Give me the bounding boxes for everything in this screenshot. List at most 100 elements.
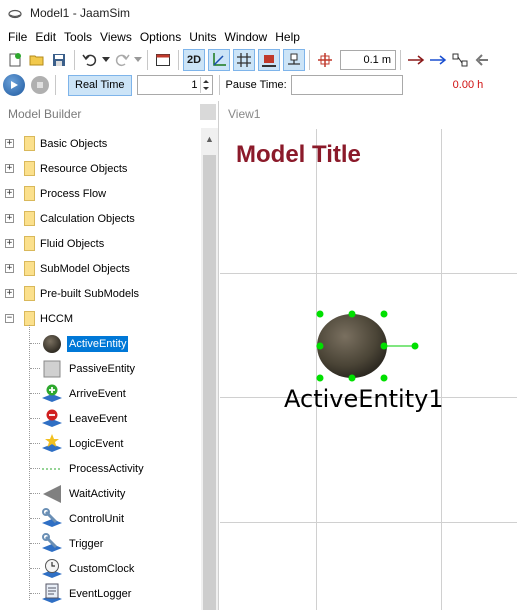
toolbar-separator bbox=[218, 75, 220, 95]
redo-icon bbox=[115, 54, 130, 67]
collapse-icon[interactable]: − bbox=[5, 314, 14, 323]
tree-guide-line bbox=[30, 343, 40, 344]
palette-category[interactable]: + Resource Objects bbox=[0, 156, 200, 181]
tree-guide-line bbox=[30, 593, 40, 594]
category-label: Resource Objects bbox=[40, 162, 128, 175]
palette-item[interactable]: PassiveEntity bbox=[0, 356, 200, 381]
run-toolbar: Real Time 1 Pause Time: 0.00 h bbox=[0, 73, 517, 97]
open-file-button[interactable] bbox=[26, 49, 48, 71]
pause-time-label: Pause Time: bbox=[225, 79, 287, 91]
window-icon bbox=[156, 54, 170, 66]
folder-open-icon bbox=[29, 55, 44, 66]
palette-item[interactable]: ControlUnit bbox=[0, 506, 200, 531]
sim-clock: 0.00 h bbox=[452, 79, 484, 91]
menu-file[interactable]: File bbox=[4, 30, 31, 44]
palette-category[interactable]: + Process Flow bbox=[0, 181, 200, 206]
run-button[interactable] bbox=[3, 74, 25, 96]
palette-item[interactable]: EventLogger bbox=[0, 581, 200, 606]
menu-window[interactable]: Window bbox=[221, 30, 272, 44]
toolbar-separator bbox=[178, 50, 179, 70]
palette-category[interactable]: − HCCM bbox=[0, 306, 200, 331]
menu-bar: File Edit Tools Views Options Units Wind… bbox=[0, 26, 517, 47]
expand-icon[interactable]: + bbox=[5, 164, 14, 173]
palette-item-label: ProcessActivity bbox=[69, 462, 144, 475]
category-label: Pre-built SubModels bbox=[40, 287, 140, 300]
model-builder-title: Model Builder bbox=[8, 107, 82, 121]
palette-item[interactable]: ArriveEvent bbox=[0, 381, 200, 406]
palette-item-label: ActiveEntity bbox=[67, 335, 129, 352]
expand-icon[interactable]: + bbox=[5, 289, 14, 298]
pause-time-input[interactable] bbox=[290, 75, 403, 95]
menu-edit[interactable]: Edit bbox=[31, 30, 60, 44]
view-window[interactable]: View1 Model Title ActiveEntity1 bbox=[220, 101, 517, 610]
palette-item-label: ArriveEvent bbox=[69, 387, 126, 400]
dashed-line-icon bbox=[41, 458, 63, 480]
label-icon bbox=[262, 55, 276, 67]
redo-button[interactable] bbox=[111, 49, 133, 71]
expand-icon[interactable]: + bbox=[5, 239, 14, 248]
back-button[interactable] bbox=[471, 49, 493, 71]
axes-icon bbox=[213, 53, 226, 66]
menu-units[interactable]: Units bbox=[185, 30, 220, 44]
grid-line bbox=[220, 522, 517, 523]
redo-dropdown[interactable] bbox=[133, 49, 143, 71]
palette-item[interactable]: WaitActivity bbox=[0, 481, 200, 506]
expand-icon[interactable]: + bbox=[5, 139, 14, 148]
palette-item[interactable]: ProcessActivity bbox=[0, 456, 200, 481]
snap-to-grid-button[interactable] bbox=[314, 49, 336, 71]
show-window-button[interactable] bbox=[152, 49, 174, 71]
show-labels-toggle[interactable] bbox=[258, 49, 280, 71]
category-label: Fluid Objects bbox=[40, 237, 105, 250]
palette-category[interactable]: + Basic Objects bbox=[0, 131, 200, 156]
tree-guide-line bbox=[30, 568, 40, 569]
expand-icon[interactable]: + bbox=[5, 189, 14, 198]
view-2d-toggle[interactable]: 2D bbox=[183, 49, 205, 71]
scroll-up-icon[interactable]: ▲ bbox=[205, 134, 214, 144]
palette-item[interactable]: ActiveEntity bbox=[0, 331, 200, 356]
view-tab[interactable]: View1 bbox=[228, 107, 260, 121]
expand-icon[interactable]: + bbox=[5, 264, 14, 273]
model-title-text[interactable]: Model Title bbox=[236, 141, 361, 169]
palette-item[interactable]: CustomClock bbox=[0, 556, 200, 581]
menu-options[interactable]: Options bbox=[136, 30, 185, 44]
show-subs-toggle[interactable] bbox=[283, 49, 305, 71]
palette-category[interactable]: + Pre-built SubModels bbox=[0, 281, 200, 306]
model-builder-header: Model Builder bbox=[0, 101, 218, 127]
palette-item[interactable]: Trigger bbox=[0, 531, 200, 556]
show-axes-toggle[interactable] bbox=[208, 49, 230, 71]
active-entity-graphic[interactable] bbox=[310, 306, 420, 386]
real-time-speed-input[interactable]: 1 bbox=[136, 75, 213, 95]
menu-help[interactable]: Help bbox=[271, 30, 304, 44]
chevron-down-icon bbox=[134, 57, 142, 62]
arrow-red-button[interactable] bbox=[405, 49, 427, 71]
palette-category[interactable]: + Fluid Objects bbox=[0, 231, 200, 256]
new-file-button[interactable] bbox=[4, 49, 26, 71]
palette-scrollbar[interactable]: ▲ bbox=[201, 128, 218, 610]
real-time-toggle[interactable]: Real Time bbox=[68, 74, 132, 96]
scrollbar-thumb[interactable] bbox=[203, 155, 216, 610]
toolbar-separator bbox=[400, 50, 401, 70]
save-button[interactable] bbox=[48, 49, 70, 71]
undo-dropdown[interactable] bbox=[101, 49, 111, 71]
menu-tools[interactable]: Tools bbox=[60, 30, 96, 44]
stop-button[interactable] bbox=[31, 76, 49, 94]
chevron-down-icon bbox=[102, 57, 110, 62]
undo-button[interactable] bbox=[79, 49, 101, 71]
panel-close-icon[interactable] bbox=[200, 104, 216, 120]
palette-category[interactable]: + SubModel Objects bbox=[0, 256, 200, 281]
entity-label-text[interactable]: ActiveEntity1 bbox=[284, 385, 444, 413]
speed-spinner[interactable] bbox=[199, 77, 211, 93]
show-grid-toggle[interactable] bbox=[233, 49, 255, 71]
palette-item[interactable]: LeaveEvent bbox=[0, 406, 200, 431]
palette-category[interactable]: + Calculation Objects bbox=[0, 206, 200, 231]
main-toolbar: 2D 0.1 m bbox=[0, 47, 517, 73]
palette-item[interactable]: LogicEvent bbox=[0, 431, 200, 456]
blue-arrow-icon bbox=[430, 55, 447, 65]
expand-icon[interactable]: + bbox=[5, 214, 14, 223]
link-button[interactable] bbox=[449, 49, 471, 71]
grid-length-input[interactable]: 0.1 m bbox=[340, 50, 396, 70]
tree-guide-line bbox=[30, 543, 40, 544]
menu-views[interactable]: Views bbox=[96, 30, 136, 44]
wrench-icon bbox=[41, 532, 63, 555]
arrow-blue-button[interactable] bbox=[427, 49, 449, 71]
